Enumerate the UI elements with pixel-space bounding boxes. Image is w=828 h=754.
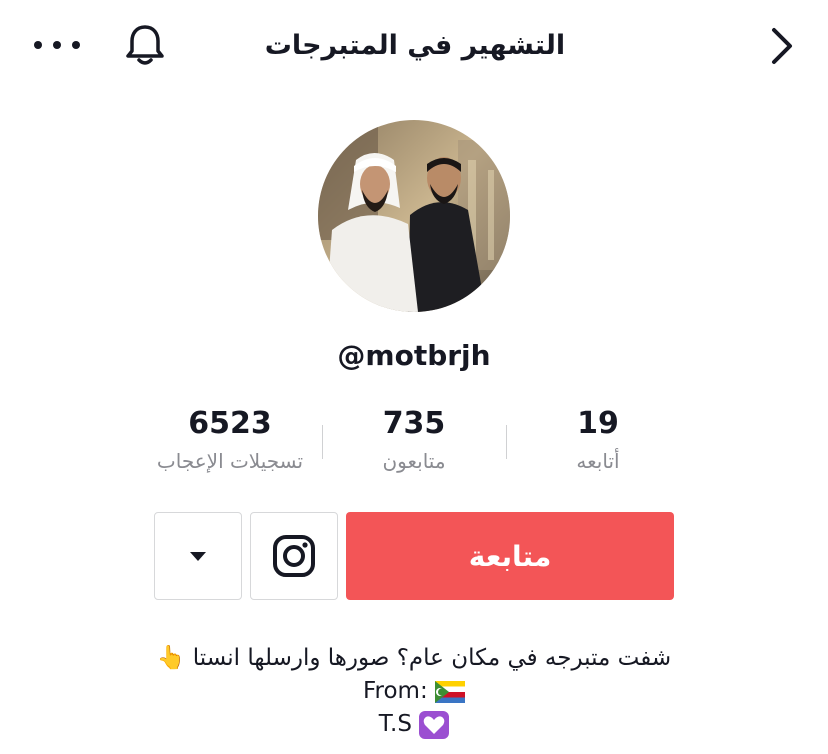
follow-button[interactable]: متابعة <box>346 512 674 600</box>
profile-photo <box>318 120 510 312</box>
instagram-icon <box>273 535 315 577</box>
following-count: 19 <box>577 406 619 441</box>
bell-icon <box>126 25 164 65</box>
chevron-right-icon <box>772 28 792 64</box>
back-button[interactable] <box>760 24 804 68</box>
bio-line-1: شفت متبرجه في مكان عام؟ صورها وارسلها ان… <box>114 642 714 675</box>
bio: شفت متبرجه في مكان عام؟ صورها وارسلها ان… <box>114 642 714 741</box>
more-dot <box>72 41 80 49</box>
more-dot <box>53 41 61 49</box>
pointing-up-emoji: 👆 <box>156 645 186 671</box>
likes-label: تسجيلات الإعجاب <box>156 449 304 473</box>
bio-text-1: شفت متبرجه في مكان عام؟ صورها وارسلها ان… <box>192 645 672 671</box>
bio-text-3: T.S <box>378 711 412 737</box>
instagram-button[interactable] <box>250 512 338 600</box>
followers-count: 735 <box>382 406 446 441</box>
dropdown-button[interactable] <box>154 512 242 600</box>
likes-count: 6523 <box>188 406 272 441</box>
likes-stat[interactable]: 6523 تسجيلات الإعجاب <box>138 402 322 476</box>
page-title: التشهير في المتبرجات <box>264 30 566 61</box>
avatar[interactable] <box>318 120 510 312</box>
caret-down-icon <box>190 552 206 561</box>
bio-line-2: From: <box>114 675 714 708</box>
followers-label: متابعون <box>382 449 446 473</box>
username: @motbrjh <box>337 339 491 372</box>
followers-stat[interactable]: 735 متابعون <box>322 402 506 476</box>
purple-heart-icon <box>419 710 450 739</box>
bio-text-2: From: <box>362 678 428 704</box>
following-label: أتابعه <box>576 449 620 473</box>
bio-line-3: T.S <box>114 708 714 741</box>
more-options-button[interactable] <box>34 30 80 60</box>
more-dot <box>34 41 42 49</box>
notification-bell-button[interactable] <box>122 20 168 68</box>
following-stat[interactable]: 19 أتابعه <box>506 402 690 476</box>
comoros-flag-icon <box>435 680 466 703</box>
